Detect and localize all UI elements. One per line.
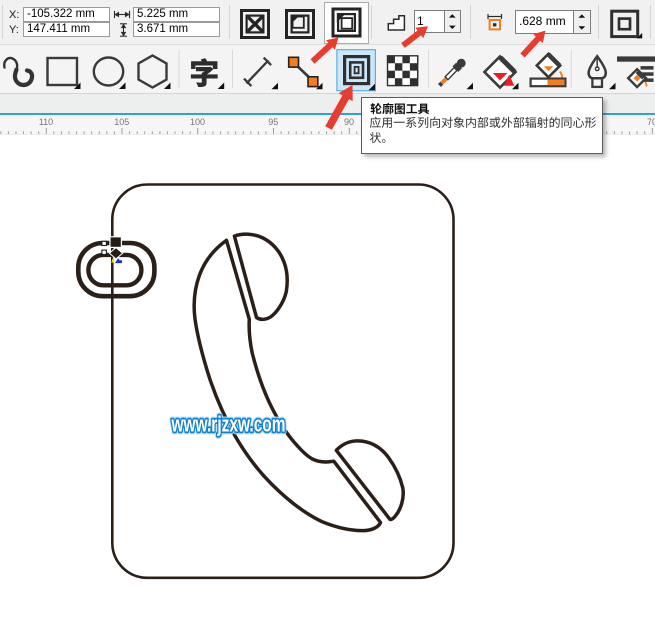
svg-text:www.rjzxw.com: www.rjzxw.com [171, 412, 286, 437]
